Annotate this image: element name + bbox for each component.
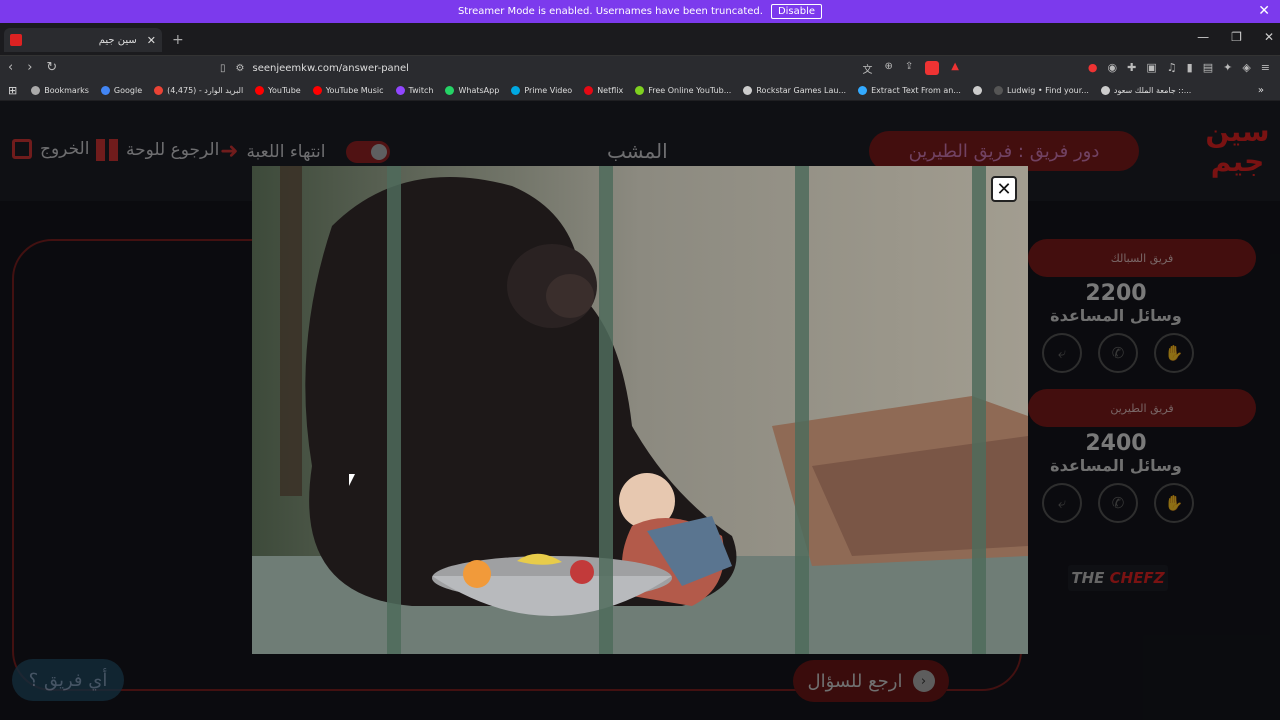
- close-modal-button[interactable]: ✕: [991, 176, 1017, 202]
- minimize-icon[interactable]: —: [1197, 30, 1209, 44]
- bookmark-item[interactable]: جامعة الملك سعود ::...: [1100, 85, 1192, 95]
- toolbar: ‹ › ↻ ▯ ⚙ seenjeemkw.com/answer-panel 文 …: [0, 55, 1280, 80]
- bookmark-item[interactable]: WhatsApp: [445, 85, 500, 95]
- download-icon: [635, 85, 645, 95]
- bookmark-item[interactable]: البريد الوارد - (4,475): [154, 85, 244, 95]
- disable-button[interactable]: Disable: [770, 4, 823, 19]
- globe-icon: [1100, 85, 1110, 95]
- bookmark-label: Google: [113, 85, 143, 95]
- bookmark-label: Twitch: [408, 85, 434, 95]
- prime-video-icon: [511, 85, 521, 95]
- window-controls: — ❐ ✕: [1197, 30, 1274, 44]
- globe-icon: [972, 85, 982, 95]
- bookmark-icon: [31, 85, 41, 95]
- bookmark-item[interactable]: Twitch: [395, 85, 434, 95]
- menu-icon[interactable]: ≡: [1261, 61, 1270, 74]
- bookmark-item[interactable]: Free Online YouTub...: [635, 85, 732, 95]
- bookmark-label: البريد الوارد - (4,475): [167, 85, 244, 95]
- google-icon: [100, 85, 110, 95]
- address-bar[interactable]: ▯ ⚙ seenjeemkw.com/answer-panel 文 ⊕ ⇪ ▲: [220, 58, 965, 79]
- bookmark-label: جامعة الملك سعود ::...: [1113, 85, 1192, 95]
- nav-buttons: ‹ › ↻: [8, 60, 57, 75]
- youtube-icon: [255, 85, 265, 95]
- forward-icon[interactable]: ›: [27, 60, 32, 75]
- reload-icon[interactable]: ↻: [46, 60, 57, 75]
- whatsapp-icon: [445, 85, 455, 95]
- extensions-area: ● ◉ ✚ ▣ ♫ ▮ ▤ ✦ ◈ ≡: [1088, 61, 1270, 74]
- youtube-music-icon: [312, 85, 322, 95]
- bookmark-label: WhatsApp: [458, 85, 500, 95]
- restore-icon[interactable]: ❐: [1231, 30, 1242, 44]
- share-icon[interactable]: ⇪: [905, 61, 913, 76]
- brave-shields-icon[interactable]: [925, 61, 940, 75]
- image-modal: [252, 166, 1028, 654]
- bookmark-label: YouTube Music: [325, 85, 384, 95]
- bookmark-label: Ludwig • Find your...: [1006, 85, 1089, 95]
- tab-close-icon[interactable]: ✕: [147, 34, 156, 47]
- back-icon[interactable]: ‹: [8, 60, 13, 75]
- streamer-mode-banner: Streamer Mode is enabled. Usernames have…: [0, 0, 1280, 23]
- bookmark-label: Extract Text From an...: [871, 85, 961, 95]
- bookmark-item[interactable]: Prime Video: [511, 85, 573, 95]
- bookmark-label: Bookmarks: [44, 85, 89, 95]
- bookmark-label: Free Online YouTub...: [648, 85, 732, 95]
- more-bookmarks-icon[interactable]: »: [1258, 85, 1264, 96]
- url-text[interactable]: seenjeemkw.com/answer-panel: [252, 63, 408, 74]
- leo-icon[interactable]: ✦: [1223, 61, 1232, 74]
- bookmark-page-icon[interactable]: ▯: [220, 63, 226, 74]
- browser-tab[interactable]: سين جيم ✕: [4, 28, 162, 52]
- bookmark-label: Netflix: [597, 85, 624, 95]
- netflix-icon: [584, 85, 594, 95]
- rewards-icon[interactable]: ▲: [951, 61, 959, 76]
- bookmark-item[interactable]: Google: [100, 85, 143, 95]
- vpn-icon[interactable]: ◈: [1242, 61, 1250, 74]
- bookmark-item[interactable]: Rockstar Games Lau...: [743, 85, 847, 95]
- bookmark-item[interactable]: YouTube Music: [312, 85, 384, 95]
- screenshot-icon[interactable]: ▣: [1146, 61, 1156, 74]
- gmail-icon: [154, 85, 164, 95]
- ludwig-icon: [993, 85, 1003, 95]
- bookmark-label: Prime Video: [524, 85, 573, 95]
- apps-icon[interactable]: ⊞: [8, 84, 17, 97]
- bookmark-item[interactable]: YouTube: [255, 85, 301, 95]
- close-icon: ✕: [996, 178, 1012, 200]
- bookmark-label: Rockstar Games Lau...: [756, 85, 847, 95]
- site-info-icon[interactable]: ⚙: [236, 63, 245, 74]
- twitch-icon: [395, 85, 405, 95]
- omnibox-actions: 文 ⊕ ⇪ ▲: [863, 61, 959, 76]
- question-image: [252, 166, 1028, 654]
- tab-title: سين جيم: [98, 34, 137, 46]
- bookmark-item[interactable]: Ludwig • Find your...: [993, 85, 1089, 95]
- sidebar-icon[interactable]: ▮: [1187, 61, 1193, 74]
- extension-icon[interactable]: ◉: [1108, 61, 1118, 74]
- bookmark-label: YouTube: [268, 85, 301, 95]
- bookmark-item[interactable]: Netflix: [584, 85, 624, 95]
- streamer-message: Streamer Mode is enabled. Usernames have…: [457, 6, 763, 17]
- extract-text-icon: [858, 85, 868, 95]
- translate-icon[interactable]: 文: [863, 61, 873, 76]
- close-banner-icon[interactable]: ✕: [1258, 3, 1270, 19]
- tab-favicon-icon: [10, 34, 22, 46]
- close-window-icon[interactable]: ✕: [1264, 30, 1274, 44]
- wallet-icon[interactable]: ▤: [1203, 61, 1213, 74]
- zoom-icon[interactable]: ⊕: [885, 61, 893, 76]
- music-icon[interactable]: ♫: [1167, 61, 1177, 74]
- bookmark-item[interactable]: [972, 85, 982, 95]
- tab-bar: سين جيم ✕ + — ❐ ✕: [0, 23, 1280, 55]
- bookmarks-bar: ⊞ Bookmarks Google البريد الوارد - (4,47…: [0, 80, 1280, 101]
- mouse-cursor-icon: [349, 474, 355, 486]
- extension-icon[interactable]: ●: [1088, 61, 1098, 74]
- bookmark-item[interactable]: Bookmarks: [31, 85, 89, 95]
- bookmark-item[interactable]: Extract Text From an...: [858, 85, 961, 95]
- new-tab-icon[interactable]: +: [172, 32, 184, 48]
- puzzle-icon[interactable]: ✚: [1127, 61, 1136, 74]
- rockstar-icon: [743, 85, 753, 95]
